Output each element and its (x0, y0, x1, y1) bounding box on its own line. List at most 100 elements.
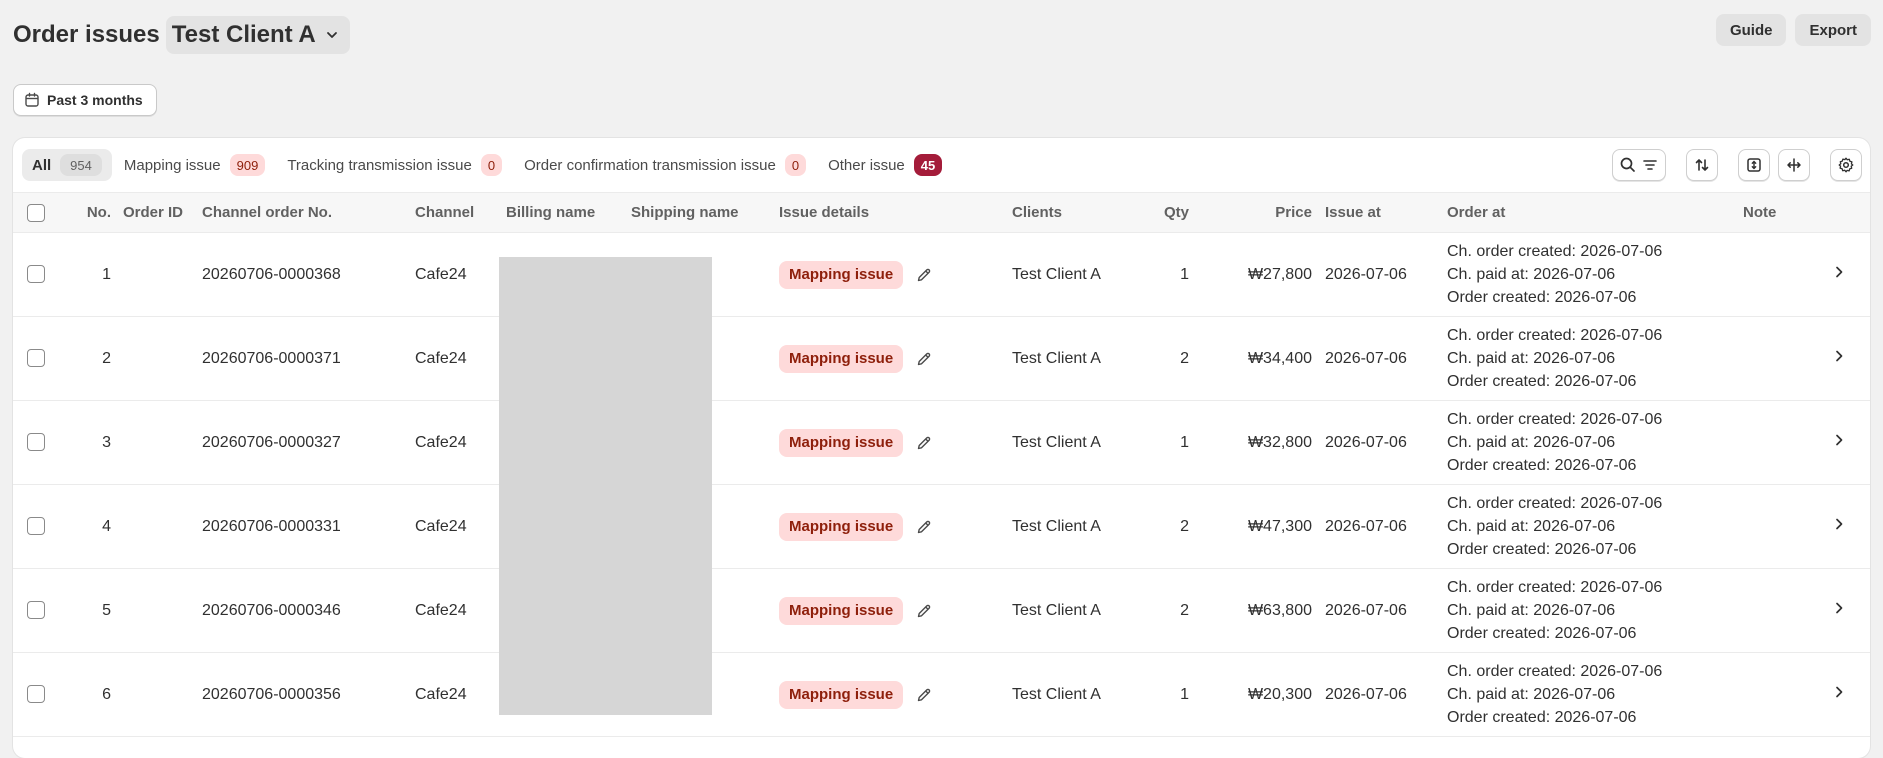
gear-icon (1838, 157, 1854, 173)
redacted-names-block (499, 257, 712, 715)
col-channel-order-no[interactable]: Channel order No. (202, 192, 415, 233)
col-shipping-name[interactable]: Shipping name (631, 192, 779, 233)
row-checkbox[interactable] (27, 685, 45, 704)
edit-issue-button[interactable] (915, 518, 933, 536)
row-note (1743, 233, 1831, 317)
row-note (1743, 569, 1831, 653)
guide-button[interactable]: Guide (1715, 14, 1787, 46)
row-order-at: Ch. order created: 2026-07-06 Ch. paid at… (1447, 485, 1743, 569)
table-header-row: No. Order ID Channel order No. Channel B… (13, 192, 1870, 233)
row-open-button[interactable] (1831, 516, 1847, 532)
row-checkbox[interactable] (27, 349, 45, 368)
tab-mapping-issue[interactable]: Mapping issue 909 (114, 149, 275, 181)
row-order-id (111, 233, 202, 317)
order-created: Order created: 2026-07-06 (1447, 289, 1637, 306)
ch-order-created: Ch. order created: 2026-07-06 (1447, 579, 1663, 596)
row-issue-details: Mapping issue (779, 233, 1012, 317)
edit-issue-button[interactable] (915, 434, 933, 452)
col-order-id[interactable]: Order ID (111, 192, 202, 233)
tab-label: Order confirmation transmission issue (524, 156, 776, 174)
table-row[interactable]: 6 20260706-0000356 Cafe24 Mapping issue … (13, 653, 1870, 737)
row-order-id (111, 317, 202, 401)
col-channel[interactable]: Channel (415, 192, 506, 233)
row-order-id (111, 485, 202, 569)
select-all-checkbox[interactable] (27, 203, 45, 222)
count-badge: 954 (60, 154, 102, 176)
order-created: Order created: 2026-07-06 (1447, 541, 1637, 558)
row-channel-order-no: 20260706-0000356 (202, 685, 341, 703)
row-checkbox[interactable] (27, 265, 45, 284)
issue-badge: Mapping issue (779, 428, 904, 457)
chevron-right-icon (1836, 434, 1843, 446)
row-client: Test Client A (1012, 433, 1101, 451)
order-created: Order created: 2026-07-06 (1447, 373, 1637, 390)
row-open-button[interactable] (1831, 600, 1847, 616)
table-row[interactable]: 3 20260706-0000327 Cafe24 Mapping issue … (13, 401, 1870, 485)
col-issue-details[interactable]: Issue details (779, 192, 1012, 233)
row-open-button[interactable] (1831, 348, 1847, 364)
row-channel: Cafe24 (415, 265, 467, 283)
row-channel: Cafe24 (415, 601, 467, 619)
order-created: Order created: 2026-07-06 (1447, 709, 1637, 726)
settings-button[interactable] (1830, 149, 1862, 181)
row-channel-order-no: 20260706-0000371 (202, 349, 341, 367)
export-button[interactable]: Export (1795, 14, 1871, 46)
pencil-icon (917, 436, 931, 449)
date-range-button[interactable]: Past 3 months (13, 84, 157, 116)
table-tools (1612, 149, 1862, 181)
col-issue-at[interactable]: Issue at (1312, 192, 1447, 233)
client-selector[interactable]: Test Client A (165, 16, 350, 54)
table-row[interactable]: 2 20260706-0000371 Cafe24 Mapping issue … (13, 317, 1870, 401)
ch-paid-at: Ch. paid at: 2026-07-06 (1447, 350, 1616, 367)
tab-order-confirmation-transmission-issue[interactable]: Order confirmation transmission issue 0 (514, 149, 816, 181)
tab-tracking-transmission-issue[interactable]: Tracking transmission issue 0 (277, 149, 512, 181)
row-select-cell (13, 233, 77, 317)
col-billing-name[interactable]: Billing name (506, 192, 631, 233)
search-filter-button[interactable] (1612, 149, 1666, 181)
table-row[interactable]: 5 20260706-0000346 Cafe24 Mapping issue … (13, 569, 1870, 653)
col-note[interactable]: Note (1743, 192, 1831, 233)
chevron-right-icon (1836, 350, 1843, 362)
col-no[interactable]: No. (77, 192, 111, 233)
row-channel-order-no: 20260706-0000368 (202, 265, 341, 283)
col-qty[interactable]: Qty (1145, 192, 1202, 233)
ch-order-created: Ch. order created: 2026-07-06 (1447, 495, 1663, 512)
row-channel-order-no: 20260706-0000327 (202, 433, 341, 451)
expand-rows-button[interactable] (1738, 149, 1770, 181)
row-issue-at: 2026-07-06 (1325, 349, 1407, 367)
tab-other-issue[interactable]: Other issue 45 (818, 149, 952, 181)
row-open-button[interactable] (1831, 432, 1847, 448)
row-issue-at: 2026-07-06 (1325, 517, 1407, 535)
row-open-button[interactable] (1831, 684, 1847, 700)
row-order-at: Ch. order created: 2026-07-06 Ch. paid at… (1447, 569, 1743, 653)
count-badge: 909 (229, 154, 266, 176)
table-row[interactable]: 1 20260706-0000368 Cafe24 Mapping issue … (13, 233, 1870, 317)
col-order-at[interactable]: Order at (1447, 192, 1743, 233)
issue-badge: Mapping issue (779, 596, 904, 625)
row-checkbox[interactable] (27, 433, 45, 452)
row-note (1743, 653, 1831, 737)
row-no: 4 (102, 517, 111, 535)
edit-issue-button[interactable] (915, 602, 933, 620)
chevron-right-icon (1836, 686, 1843, 698)
row-qty: 1 (1180, 685, 1189, 703)
row-order-at: Ch. order created: 2026-07-06 Ch. paid at… (1447, 317, 1743, 401)
sort-button[interactable] (1686, 149, 1718, 181)
edit-issue-button[interactable] (915, 686, 933, 704)
row-checkbox[interactable] (27, 517, 45, 536)
expand-columns-button[interactable] (1778, 149, 1810, 181)
table-row[interactable]: 4 20260706-0000331 Cafe24 Mapping issue … (13, 485, 1870, 569)
row-checkbox[interactable] (27, 601, 45, 620)
row-note (1743, 485, 1831, 569)
tab-all[interactable]: All 954 (22, 149, 112, 181)
row-open-button[interactable] (1831, 264, 1847, 280)
row-client: Test Client A (1012, 685, 1101, 703)
count-badge: 0 (480, 154, 503, 176)
edit-issue-button[interactable] (915, 350, 933, 368)
row-issue-details: Mapping issue (779, 485, 1012, 569)
edit-issue-button[interactable] (915, 266, 933, 284)
row-no: 5 (102, 601, 111, 619)
col-price[interactable]: Price (1202, 192, 1312, 233)
ch-order-created: Ch. order created: 2026-07-06 (1447, 327, 1663, 344)
col-clients[interactable]: Clients (1012, 192, 1145, 233)
